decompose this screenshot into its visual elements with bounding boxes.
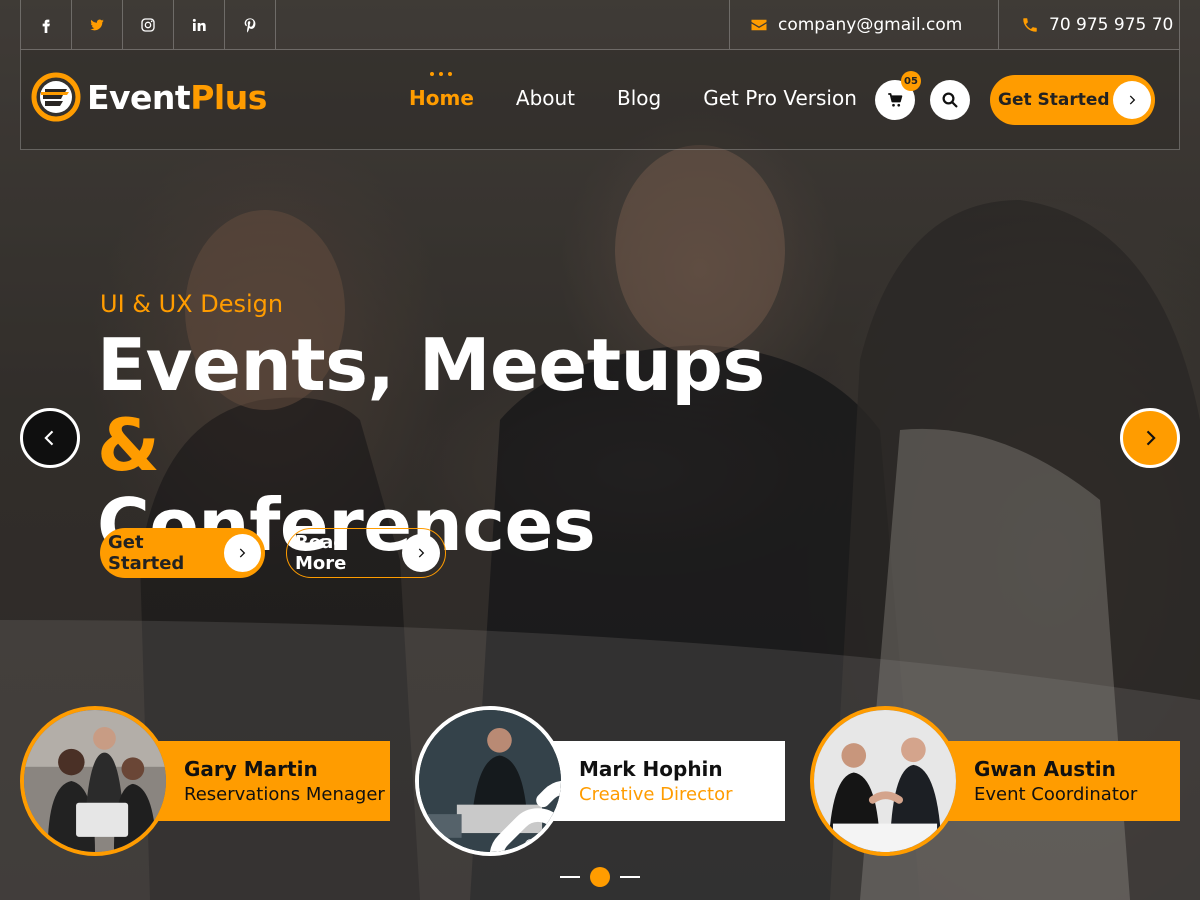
phone-icon	[1023, 17, 1037, 32]
team-member-role: Creative Director	[579, 784, 733, 805]
team-card[interactable]: Gwan Austin Event Coordinator	[810, 706, 1180, 856]
slider-pagination	[560, 867, 640, 887]
email-contact[interactable]: company@gmail.com	[729, 0, 998, 49]
logo-text-plus: Plus	[190, 77, 267, 117]
hero-headline-line1: Events, Meetups	[97, 323, 765, 407]
pinterest-icon[interactable]	[225, 0, 276, 49]
pagination-dot-active[interactable]	[590, 867, 610, 887]
team-card-info: Gwan Austin Event Coordinator	[930, 741, 1180, 821]
team-member-name: Mark Hophin	[579, 757, 723, 781]
contact-info: company@gmail.com 70 975 975 70	[729, 0, 1179, 49]
read-more-button[interactable]: Read More	[286, 528, 446, 578]
chevron-right-icon	[223, 534, 261, 572]
nav-about[interactable]: About	[516, 86, 575, 110]
nav-home[interactable]: Home	[409, 72, 474, 110]
nav-home-label: Home	[409, 86, 474, 110]
active-indicator	[430, 72, 453, 76]
cart-count-badge: 05	[901, 71, 921, 91]
linkedin-icon[interactable]	[174, 0, 225, 49]
team-member-role: Event Coordinator	[974, 784, 1138, 805]
team-member-name: Gary Martin	[184, 757, 318, 781]
chevron-right-icon	[402, 534, 440, 572]
pagination-line[interactable]	[620, 876, 640, 878]
team-member-name: Gwan Austin	[974, 757, 1116, 781]
nav-blog-label: Blog	[617, 86, 662, 110]
team-member-photo	[20, 706, 170, 856]
header-get-started-button[interactable]: Get Started	[990, 75, 1155, 125]
nav-get-pro[interactable]: Get Pro Version	[703, 86, 857, 110]
team-member-role: Reservations Menager	[184, 784, 385, 805]
header-get-started-label: Get Started	[998, 90, 1110, 110]
team-card-info: Gary Martin Reservations Menager	[140, 741, 390, 821]
instagram-icon[interactable]	[123, 0, 174, 49]
hero-get-started-button[interactable]: Get Started	[100, 528, 265, 578]
main-header: EventPlus Home About Blog Get Pro Versio…	[20, 50, 1180, 150]
nav-about-label: About	[515, 86, 576, 110]
team-member-photo	[810, 706, 960, 856]
cart-icon	[888, 93, 903, 107]
phone-contact[interactable]: 70 975 975 70	[998, 0, 1179, 49]
read-more-label: Read More	[295, 532, 347, 574]
search-icon	[942, 92, 958, 108]
nav-blog[interactable]: Blog	[617, 86, 661, 110]
logo-text: EventPlus	[87, 78, 267, 117]
twitter-icon[interactable]	[72, 0, 123, 49]
chevron-left-icon	[44, 430, 54, 446]
hero-headline-amp: &	[97, 403, 160, 487]
facebook-icon[interactable]	[21, 0, 72, 49]
logo[interactable]: EventPlus	[31, 72, 267, 122]
phone-text: 70 975 975 70	[1049, 14, 1174, 35]
chevron-right-icon	[1146, 430, 1156, 446]
team-card[interactable]: Gary Martin Reservations Menager	[20, 706, 390, 856]
search-button[interactable]	[930, 80, 970, 120]
team-member-photo	[415, 706, 565, 856]
social-links	[21, 0, 276, 49]
nav-get-pro-label: Get Pro Version	[703, 86, 857, 110]
slider-prev-button[interactable]	[20, 408, 80, 468]
main-nav: Home About Blog Get Pro Version	[409, 72, 857, 110]
slider-next-button[interactable]	[1120, 408, 1180, 468]
envelope-icon	[751, 19, 767, 30]
hero-get-started-label: Get Started	[108, 532, 185, 574]
email-text: company@gmail.com	[778, 14, 963, 35]
link-icon[interactable]	[472, 763, 565, 856]
team-card[interactable]: Mark Hophin Creative Director	[415, 706, 785, 856]
logo-mark-icon	[31, 72, 81, 122]
logo-text-event: Event	[87, 77, 191, 117]
team-card-info: Mark Hophin Creative Director	[535, 741, 785, 821]
pagination-line[interactable]	[560, 876, 580, 878]
chevron-right-icon	[1113, 81, 1151, 119]
hero-eyebrow: UI & UX Design	[100, 290, 284, 318]
top-bar: company@gmail.com 70 975 975 70	[20, 0, 1180, 50]
